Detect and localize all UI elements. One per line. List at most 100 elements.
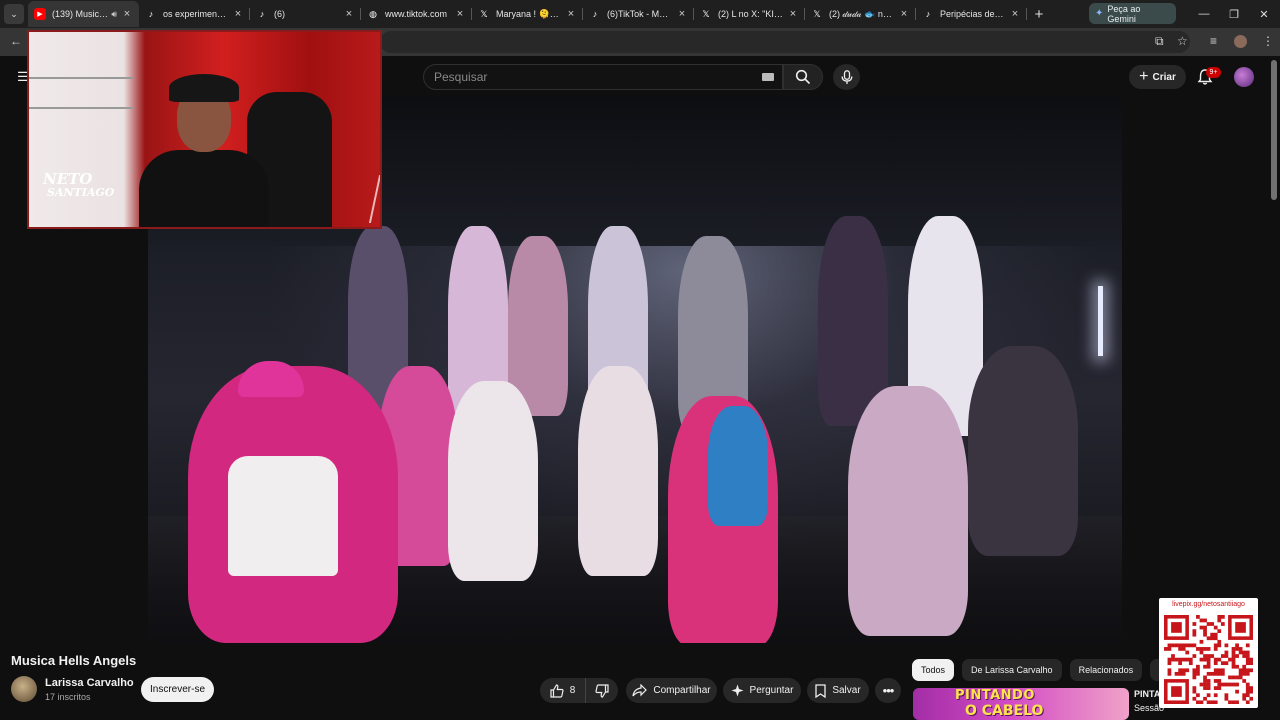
chip-from-channel[interactable]: De Larissa Carvalho (962, 659, 1062, 681)
tab-title: www.tiktok.com (385, 9, 448, 19)
close-tab-icon[interactable]: × (676, 8, 688, 20)
video-title: Musica Hells Angels (11, 653, 137, 668)
browser-tab[interactable]: ▶ (139) Musica Hells🔊︎ × (28, 1, 139, 27)
qr-link-label: livepix.gg/netosantiiago (1172, 601, 1245, 608)
notification-badge: 9+ (1206, 67, 1221, 78)
browser-tab[interactable]: 𝕏 (2) L no X: "KITSUN × (694, 1, 805, 27)
more-icon: ••• (882, 683, 895, 698)
channel-avatar[interactable] (11, 676, 37, 702)
keyboard-icon[interactable] (762, 73, 774, 81)
x-icon: 𝕏 (813, 8, 821, 19)
close-tab-icon[interactable]: × (565, 8, 577, 20)
tiktok-icon: ♪ (925, 9, 931, 19)
close-tab-icon[interactable]: × (1009, 8, 1021, 20)
dislike-button[interactable] (586, 678, 618, 703)
browser-tab[interactable]: ◍ www.tiktok.com × (361, 1, 472, 27)
subscriber-count: 17 inscritos (45, 692, 91, 702)
tab-title: os experimentos c (163, 9, 228, 19)
close-window-button[interactable]: ✕ (1248, 0, 1280, 28)
browser-tab[interactable]: ♪ Peripécias de Celin × (916, 1, 1027, 27)
livepix-qr-overlay: livepix.gg/netosantiiago (1159, 598, 1258, 708)
recommended-video-thumbnail[interactable]: PINTANDO O CABELO (913, 688, 1129, 720)
youtube-icon: ▶ (34, 8, 46, 20)
ask-label: Perguntar (749, 685, 794, 696)
save-label: Salvar (832, 685, 861, 696)
browser-tab[interactable]: ♪ (6) × (250, 1, 361, 27)
character-figure (968, 346, 1078, 556)
new-tab-button[interactable]: + (1029, 6, 1049, 23)
character-figure (708, 406, 768, 526)
webcam-shelf (29, 77, 134, 79)
related-chips: Todos De Larissa Carvalho Relacionados P… (912, 659, 1187, 681)
install-app-icon[interactable]: ⧉ (1155, 34, 1164, 49)
close-tab-icon[interactable]: × (232, 8, 244, 20)
page-scrollbar[interactable] (1271, 60, 1277, 200)
webcam-shelf (29, 107, 134, 109)
maximize-button[interactable]: ❐ (1218, 0, 1250, 28)
tab-title: (6)TikTok - Make Y (607, 9, 672, 19)
tab-title: (139) Musica Hells (52, 9, 108, 19)
create-button[interactable]: + Criar (1129, 65, 1186, 89)
speaker-icon[interactable]: 🔊︎ (111, 9, 117, 20)
minimize-button[interactable]: — (1188, 0, 1220, 28)
character-figure (448, 381, 538, 581)
character-top (228, 456, 338, 576)
like-dislike-group: 8 (540, 678, 618, 703)
more-actions-button[interactable]: ••• (875, 678, 901, 703)
close-tab-icon[interactable]: × (121, 8, 133, 20)
bookmark-icon (815, 683, 826, 698)
streamer-logo: NETO SANTIAGO (43, 172, 114, 200)
share-button[interactable]: Compartilhar (626, 678, 717, 703)
browser-tab[interactable]: 𝕏 (2) 𝒹𝓊𝒹𝒶 🐟 no X × (805, 1, 916, 27)
x-icon: 𝕏 (702, 8, 710, 19)
sparkle-icon (731, 684, 744, 697)
qr-code-icon (1164, 615, 1253, 704)
browser-menu-icon[interactable]: ⋮ (1262, 34, 1274, 48)
voice-search-button[interactable] (833, 64, 860, 90)
account-avatar[interactable] (1234, 67, 1254, 87)
media-controls-icon[interactable]: ≡ (1210, 34, 1217, 48)
channel-name[interactable]: Larissa Carvalho (45, 677, 134, 689)
x-icon: 𝕏 (480, 8, 488, 19)
character-figure (848, 386, 968, 636)
search-input[interactable] (424, 65, 724, 89)
like-button[interactable]: 8 (540, 678, 586, 703)
tab-title: Maryana ! 🫠 #CC (496, 8, 561, 19)
webcam-streamer (139, 62, 269, 227)
screen: ⌄ ▶ (139) Musica Hells🔊︎ × ♪ os experimentos… (0, 0, 1280, 720)
tab-title: (6) (274, 9, 285, 19)
browser-tab[interactable]: 𝕏 Maryana ! 🫠 #CC × (472, 1, 583, 27)
streamer-logo-line2: SANTIAGO (47, 186, 115, 199)
save-button[interactable]: Salvar (807, 678, 869, 703)
chip-related[interactable]: Relacionados (1069, 659, 1143, 681)
share-arrow-icon (632, 684, 648, 697)
ask-button[interactable]: Perguntar (723, 678, 801, 703)
thumbs-up-icon (550, 683, 564, 698)
tab-title: (2) L no X: "KITSUN (718, 9, 783, 19)
gemini-button[interactable]: ✦ Peça ao Gemini (1089, 3, 1176, 24)
profile-avatar-icon[interactable] (1234, 35, 1247, 48)
search-icon (795, 69, 811, 85)
browser-tab[interactable]: ♪ (6)TikTok - Make Y × (583, 1, 694, 27)
tab-title: (2) 𝒹𝓊𝒹𝒶 🐟 no X (829, 8, 894, 19)
browser-tab[interactable]: ♪ os experimentos c × (139, 1, 250, 27)
close-tab-icon[interactable]: × (454, 8, 466, 20)
back-arrow-icon[interactable]: ← (10, 34, 22, 48)
chip-todos[interactable]: Todos (912, 659, 955, 681)
recommended-video-title[interactable]: PINTA (1134, 689, 1160, 699)
bookmark-star-icon[interactable]: ☆ (1177, 34, 1188, 48)
tiktok-icon: ♪ (148, 9, 154, 19)
character-figure (578, 366, 658, 576)
plus-icon: + (1139, 68, 1149, 85)
gemini-sparkle-icon: ✦ (1095, 8, 1104, 19)
video-light-source (1098, 286, 1103, 356)
close-tab-icon[interactable]: × (787, 8, 799, 20)
close-tab-icon[interactable]: × (898, 8, 910, 20)
tab-search-button[interactable]: ⌄ (4, 4, 24, 24)
tiktok-icon: ♪ (592, 9, 598, 19)
subscribe-button[interactable]: Inscrever-se (141, 677, 214, 702)
close-tab-icon[interactable]: × (343, 8, 355, 20)
search-button[interactable] (783, 64, 823, 90)
address-bar[interactable] (380, 31, 1190, 53)
globe-icon: ◍ (369, 8, 377, 19)
